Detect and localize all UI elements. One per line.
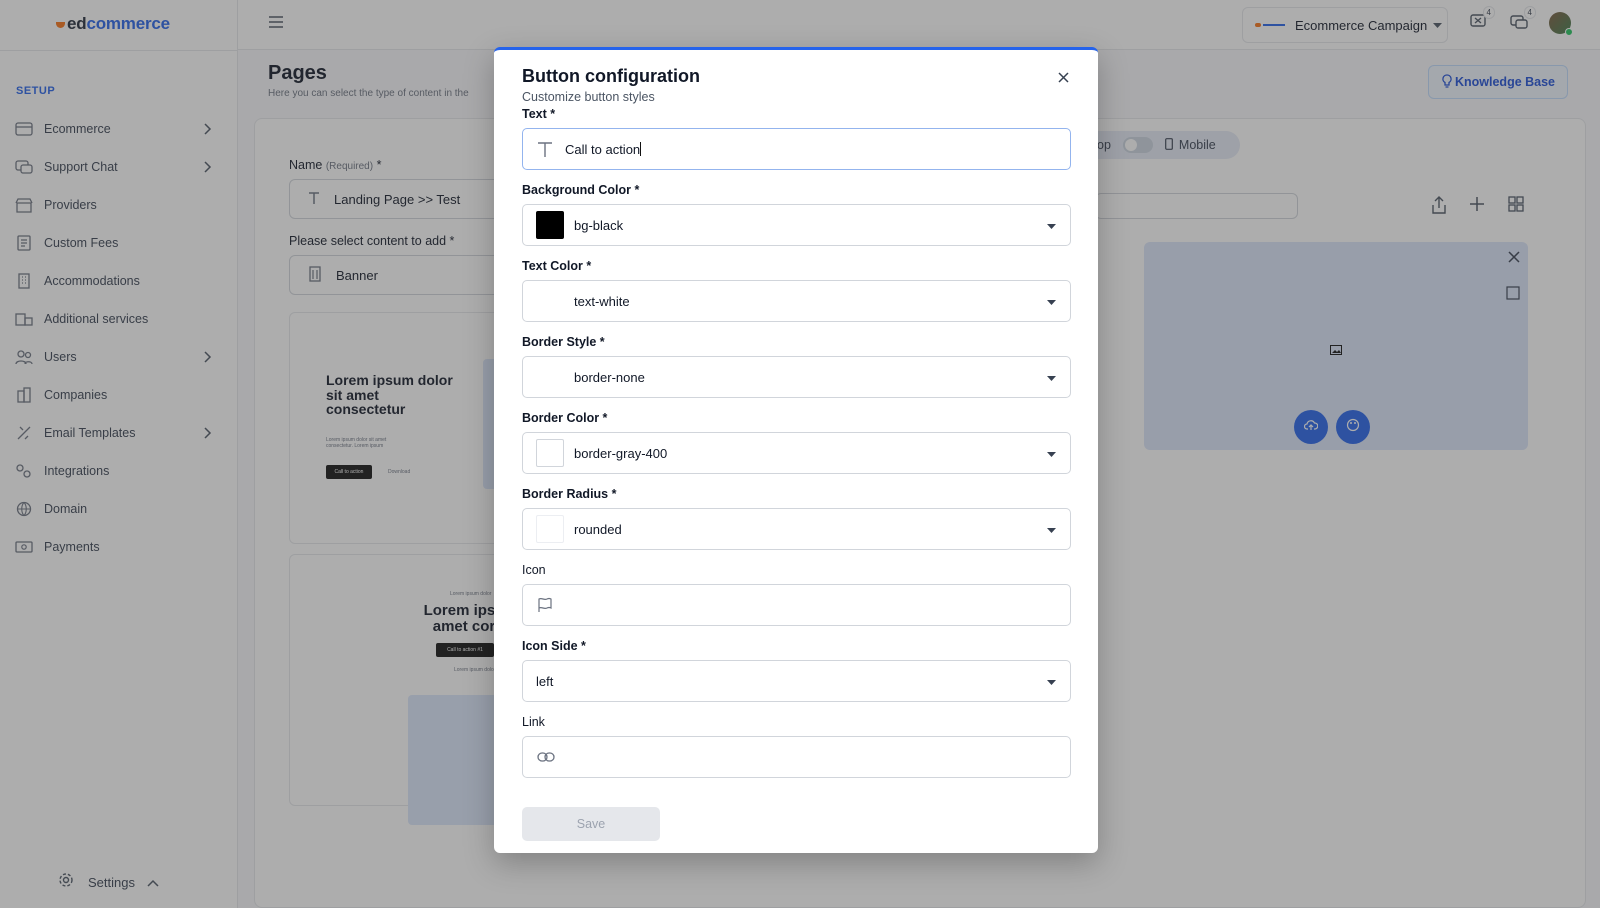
- border-color-label: Border Color *: [522, 411, 608, 425]
- icon-picker[interactable]: [522, 584, 1071, 626]
- background-color-select[interactable]: bg-black: [522, 204, 1071, 246]
- close-icon: [1057, 70, 1069, 88]
- button-configuration-modal: Button configuration Customize button st…: [494, 47, 1098, 853]
- background-color-value: bg-black: [574, 217, 624, 233]
- text-cursor: [640, 142, 642, 156]
- chevron-down-icon: [1047, 674, 1056, 689]
- chevron-down-icon: [1047, 294, 1056, 309]
- chevron-down-icon: [1047, 522, 1056, 537]
- icon-side-value: left: [536, 673, 554, 689]
- link-icon: [537, 751, 555, 763]
- chevron-down-icon: [1047, 446, 1056, 461]
- modal-title: Button configuration: [522, 66, 700, 86]
- text-color-swatch: [536, 287, 564, 315]
- flag-icon: [537, 597, 553, 613]
- button-text-value: Call to action: [565, 141, 641, 157]
- border-style-value: border-none: [574, 369, 645, 385]
- modal-subtitle: Customize button styles: [522, 90, 655, 104]
- border-radius-select[interactable]: rounded: [522, 508, 1071, 550]
- button-text-input[interactable]: Call to action: [522, 128, 1071, 170]
- link-input[interactable]: [522, 736, 1071, 778]
- text-color-label: Text Color *: [522, 259, 592, 273]
- border-style-preview: [536, 363, 564, 391]
- border-color-value: border-gray-400: [574, 445, 668, 461]
- close-modal-button[interactable]: [1054, 70, 1072, 88]
- chevron-down-icon: [1047, 218, 1056, 233]
- text-type-icon: [537, 140, 553, 158]
- border-radius-preview: [536, 515, 564, 543]
- border-radius-label: Border Radius *: [522, 487, 617, 501]
- text-field-label: Text *: [522, 107, 556, 121]
- text-color-value: text-white: [574, 293, 630, 309]
- icon-side-label: Icon Side *: [522, 639, 586, 653]
- text-color-select[interactable]: text-white: [522, 280, 1071, 322]
- border-style-select[interactable]: border-none: [522, 356, 1071, 398]
- link-field-label: Link: [522, 715, 545, 729]
- icon-field-label: Icon: [522, 563, 546, 577]
- save-button[interactable]: Save: [522, 807, 660, 841]
- background-color-swatch: [536, 211, 564, 239]
- border-style-label: Border Style *: [522, 335, 605, 349]
- chevron-down-icon: [1047, 370, 1056, 385]
- border-color-swatch: [536, 439, 564, 467]
- icon-side-select[interactable]: left: [522, 660, 1071, 702]
- background-color-label: Background Color *: [522, 183, 640, 197]
- border-color-select[interactable]: border-gray-400: [522, 432, 1071, 474]
- border-radius-value: rounded: [574, 521, 622, 537]
